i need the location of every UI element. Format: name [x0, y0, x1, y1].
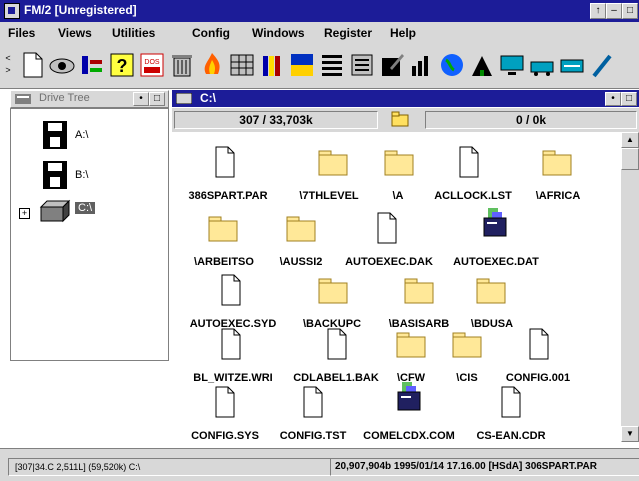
system-menu-icon[interactable]	[4, 3, 20, 19]
network-icon[interactable]	[528, 50, 556, 80]
tree2-icon[interactable]	[468, 50, 496, 80]
menu-utilities[interactable]: Utilities	[112, 26, 155, 40]
menu-help[interactable]: Help	[390, 26, 416, 40]
file-icon	[501, 386, 521, 418]
drive-c[interactable]: C:\	[39, 197, 96, 228]
dos-icon[interactable]: DOS	[138, 50, 166, 80]
status-bar: [307|34.C 2,511L] (59,520k) C:\ 20,907,9…	[0, 448, 639, 481]
menu-files[interactable]: Files	[8, 26, 35, 40]
tree-icon[interactable]	[78, 50, 106, 80]
folder-icon	[318, 150, 348, 176]
status-summary: [307|34.C 2,511L] (59,520k) C:\	[8, 458, 331, 476]
menu-views[interactable]: Views	[58, 26, 92, 40]
file-icon	[221, 328, 241, 360]
folder-icon	[476, 278, 506, 304]
program-icon	[397, 382, 421, 411]
drive-tree-panel[interactable]: A:\ B:\ + C:\	[10, 108, 169, 361]
svg-text:DOS: DOS	[144, 59, 160, 66]
drive-tree-max-button[interactable]: □	[149, 92, 165, 106]
file-icon	[215, 386, 235, 418]
harddisk-icon	[39, 199, 71, 223]
title-bar[interactable]: FM/2 [Unregistered] ↑ – □	[0, 0, 639, 22]
scroll-thumb[interactable]	[621, 148, 639, 170]
menu-register[interactable]: Register	[324, 26, 372, 40]
window-title: FM/2 [Unregistered]	[24, 3, 137, 17]
folder-icon	[404, 278, 434, 304]
pen-icon[interactable]	[588, 50, 616, 80]
folder-icon	[542, 150, 572, 176]
directory-title: C:\	[200, 91, 216, 105]
folder-icon	[384, 150, 414, 176]
selected-count-right: 0 / 0k	[425, 111, 637, 129]
vertical-scrollbar[interactable]: ▲ ▼	[621, 132, 639, 442]
edit-icon[interactable]	[378, 50, 406, 80]
toolbar-scroll[interactable]: < >	[3, 52, 13, 78]
fire-icon[interactable]	[198, 50, 226, 80]
floppy-icon	[43, 121, 67, 149]
folder-icon	[318, 278, 348, 304]
svg-text:?: ?	[117, 56, 128, 76]
drive-tree-titlebar[interactable]: Drive Tree • □	[10, 90, 169, 108]
trash-icon[interactable]	[168, 50, 196, 80]
menu-config[interactable]: Config	[192, 26, 230, 40]
scroll-right-icon[interactable]: >	[3, 64, 13, 76]
folder-icon	[396, 332, 426, 358]
file-icon	[529, 328, 549, 360]
folder-icon	[286, 216, 316, 242]
drive-a-label: A:\	[75, 129, 89, 141]
grid-icon[interactable]	[228, 50, 256, 80]
panel-menu-icon[interactable]	[176, 93, 192, 104]
selected-count-left: 307 / 33,703k	[174, 111, 378, 129]
program-icon	[483, 208, 507, 237]
folder-icon	[208, 216, 238, 242]
menu-bar: Files Views Utilities Config Windows Reg…	[0, 22, 639, 44]
scroll-down-icon[interactable]: ▼	[621, 426, 639, 442]
drive-c-label: C:\	[75, 202, 96, 214]
details-icon[interactable]	[348, 50, 376, 80]
books-icon[interactable]	[258, 50, 286, 80]
directory-status: 307 / 33,703k 0 / 0k	[172, 108, 639, 132]
file-icon	[303, 386, 323, 418]
scroll-left-icon[interactable]: <	[3, 52, 13, 64]
drive-a[interactable]: A:\	[43, 121, 88, 154]
drive-tree-min-button[interactable]: •	[133, 92, 149, 106]
directory-titlebar[interactable]: C:\ • □	[172, 90, 639, 107]
file-icon	[221, 274, 241, 306]
chart-icon[interactable]	[408, 50, 436, 80]
file-icon	[377, 212, 397, 244]
file-icon	[327, 328, 347, 360]
drive-tree-title: Drive Tree	[39, 92, 90, 104]
drive-b-label: B:\	[75, 169, 89, 181]
compare-icon[interactable]	[391, 111, 409, 127]
folder-icon	[452, 332, 482, 358]
status-file-info: 20,907,904b 1995/01/14 17.16.00 [HSdA] 3…	[330, 458, 639, 476]
list-icon[interactable]	[318, 50, 346, 80]
scroll-up-icon[interactable]: ▲	[621, 132, 639, 148]
transfer-icon[interactable]	[558, 50, 586, 80]
minimize-button[interactable]: –	[606, 3, 622, 19]
monitor-icon[interactable]	[498, 50, 526, 80]
help-icon[interactable]: ?	[108, 50, 136, 80]
drive-c-expander[interactable]: +	[19, 208, 30, 219]
globe-icon[interactable]	[438, 50, 466, 80]
file-icon	[459, 146, 479, 178]
view-icon[interactable]	[48, 50, 76, 80]
floppy-icon	[43, 161, 67, 189]
drive-b[interactable]: B:\	[43, 161, 88, 194]
restore-button[interactable]: ↑	[590, 3, 606, 19]
maximize-button[interactable]: □	[622, 3, 638, 19]
color-icon[interactable]	[288, 50, 316, 80]
directory-min-button[interactable]: •	[605, 92, 621, 106]
panel-menu-icon[interactable]	[15, 94, 31, 104]
file-icon	[215, 146, 235, 178]
file-list[interactable]: 386SPART.PAR \7THLEVEL \A ACLLOCK.LST \A…	[172, 132, 621, 442]
new-file-icon[interactable]	[18, 50, 46, 80]
menu-windows[interactable]: Windows	[252, 26, 305, 40]
directory-max-button[interactable]: □	[621, 92, 637, 106]
toolbar: < > ? DOS	[0, 44, 639, 89]
